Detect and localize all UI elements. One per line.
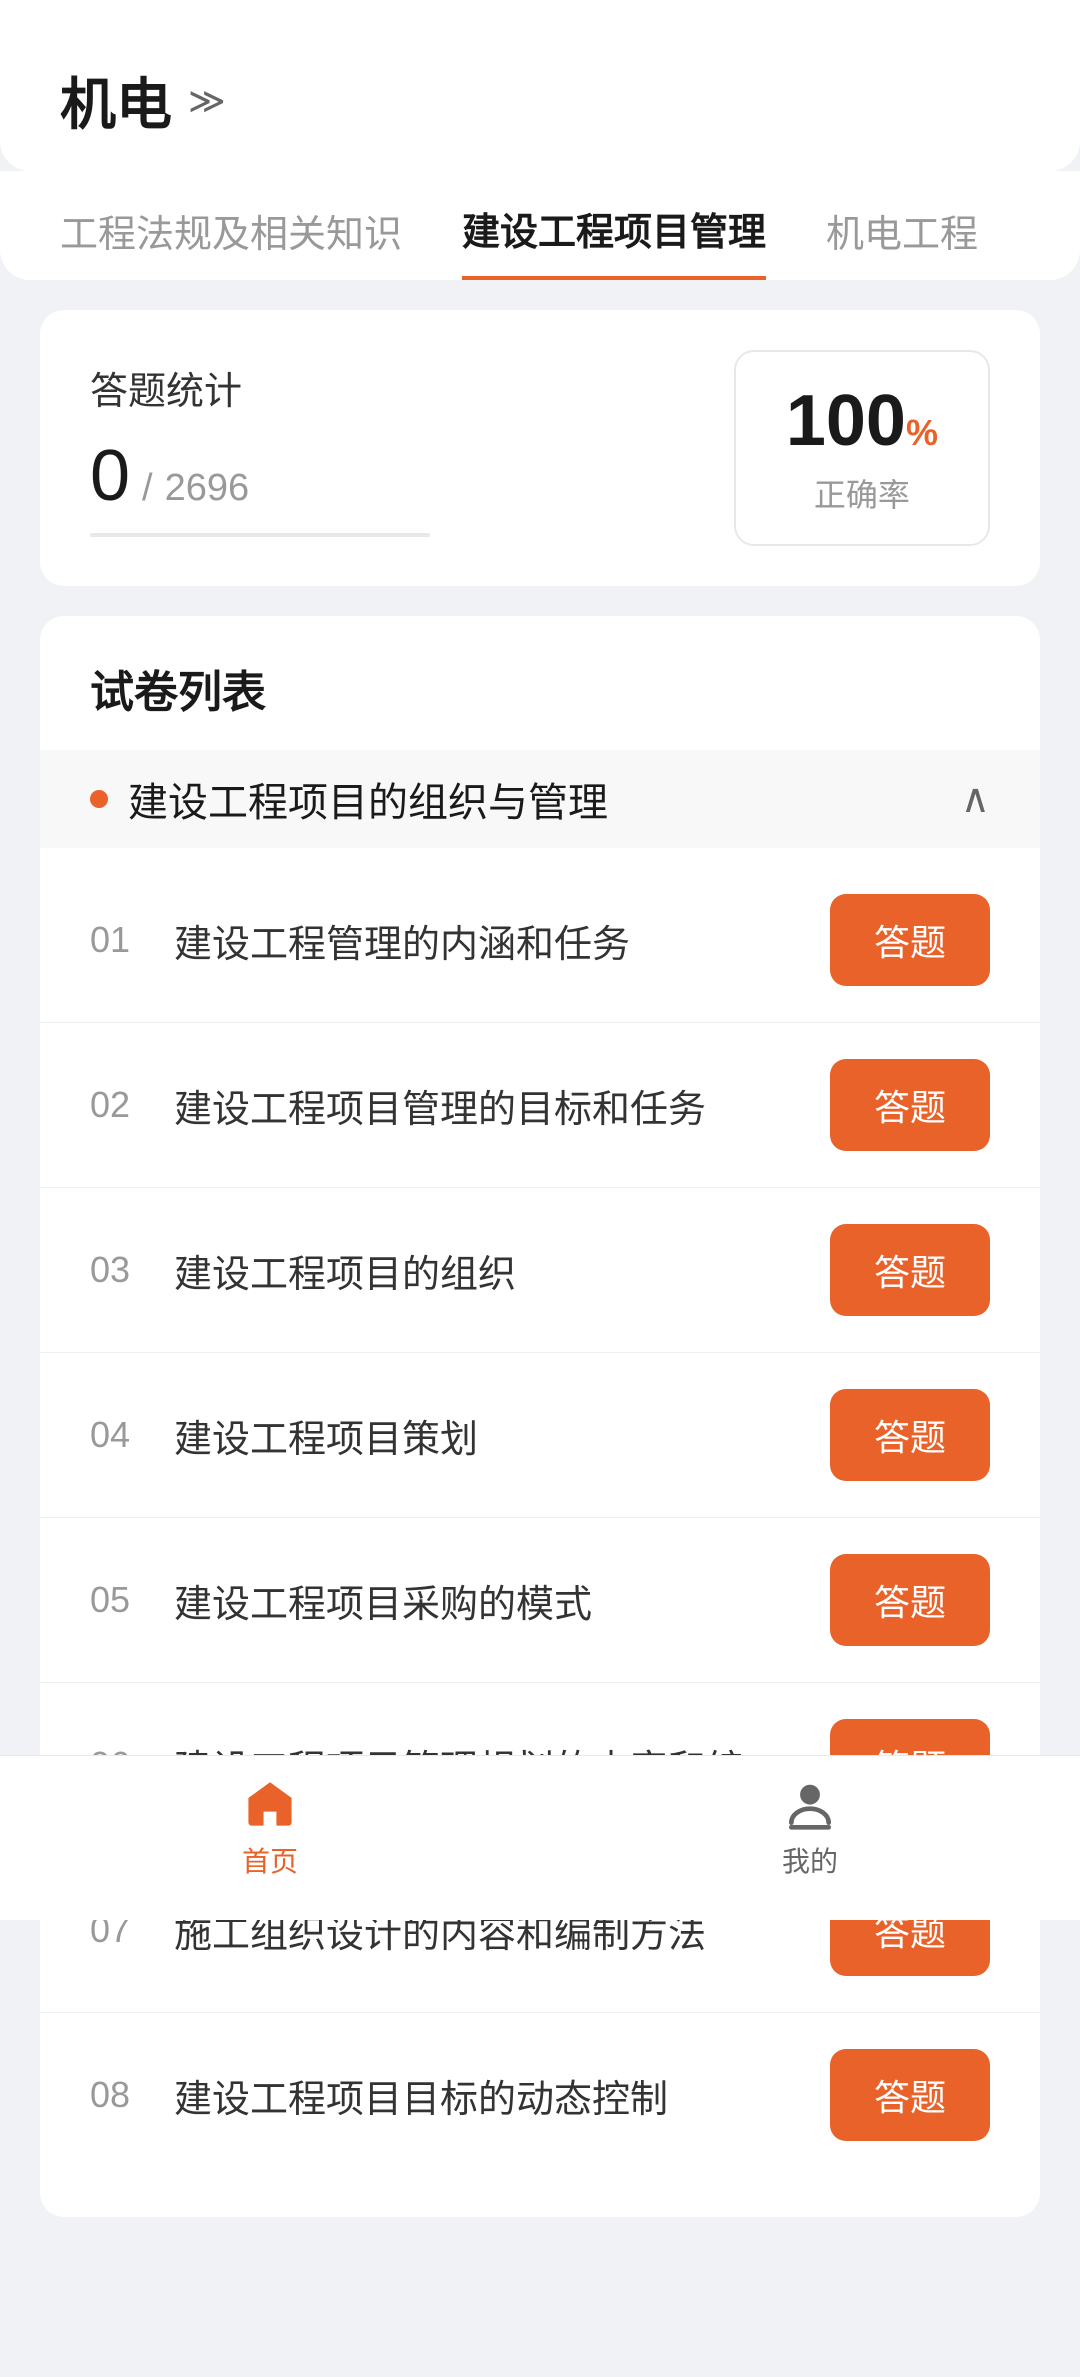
item-number: 02 [90,1084,150,1126]
stats-current: 0 [90,435,130,517]
header: 机电 ≫ [0,0,1080,171]
accuracy-label: 正确率 [786,470,938,516]
item-number: 08 [90,2074,150,2116]
paper-section: 试卷列表 建设工程项目的组织与管理 ∧ 01 建设工程管理的内涵和任务 答题 0… [40,616,1040,2217]
stats-left: 答题统计 0 / 2696 [90,360,734,537]
section-title: 试卷列表 [40,656,1040,750]
tab-project-management[interactable]: 建设工程项目管理 [462,201,766,280]
accuracy-percent: % [906,412,938,453]
stats-separator: / [142,467,153,510]
item-title: 建设工程项目管理的目标和任务 [174,1078,830,1133]
category-dot [90,790,108,808]
home-icon [242,1776,298,1832]
answer-button[interactable]: 答题 [830,1224,990,1316]
item-left: 02 建设工程项目管理的目标和任务 [90,1078,830,1133]
item-number: 01 [90,919,150,961]
nav-item-home[interactable]: 首页 [0,1776,540,1880]
tab-electrical[interactable]: 机电工程 [826,203,978,278]
bottom-navigation: 首页 我的 [0,1755,1080,1920]
item-number: 05 [90,1579,150,1621]
nav-item-profile[interactable]: 我的 [540,1776,1080,1880]
answer-button[interactable]: 答题 [830,1554,990,1646]
category-left: 建设工程项目的组织与管理 [90,770,608,828]
stats-total: 2696 [165,467,250,510]
stats-card: 答题统计 0 / 2696 100% 正确率 [40,310,1040,586]
chevron-down-icon[interactable]: ≫ [188,80,226,122]
list-item: 08 建设工程项目目标的动态控制 答题 [40,2013,1040,2177]
stats-progress-bar [90,533,430,537]
stats-progress: 0 / 2696 [90,435,734,517]
category-name: 建设工程项目的组织与管理 [128,770,608,828]
answer-button[interactable]: 答题 [830,894,990,986]
nav-label-profile: 我的 [782,1840,838,1880]
item-number: 04 [90,1414,150,1456]
list-item: 02 建设工程项目管理的目标和任务 答题 [40,1023,1040,1188]
list-item: 05 建设工程项目采购的模式 答题 [40,1518,1040,1683]
nav-label-home: 首页 [242,1840,298,1880]
answer-button[interactable]: 答题 [830,1389,990,1481]
item-title: 建设工程管理的内涵和任务 [174,913,830,968]
list-item: 01 建设工程管理的内涵和任务 答题 [40,858,1040,1023]
page-title: 机电 [60,60,172,141]
item-title: 建设工程项目目标的动态控制 [174,2068,830,2123]
list-item: 03 建设工程项目的组织 答题 [40,1188,1040,1353]
chevron-up-icon[interactable]: ∧ [961,776,990,822]
answer-button[interactable]: 答题 [830,2049,990,2141]
paper-list: 01 建设工程管理的内涵和任务 答题 02 建设工程项目管理的目标和任务 答题 … [40,858,1040,2177]
accuracy-value: 100% [786,380,938,462]
item-left: 05 建设工程项目采购的模式 [90,1573,830,1628]
item-left: 08 建设工程项目目标的动态控制 [90,2068,830,2123]
stats-label: 答题统计 [90,360,734,415]
accuracy-number: 100 [786,381,906,461]
tab-navigation: 工程法规及相关知识 建设工程项目管理 机电工程 [0,171,1080,280]
category-header[interactable]: 建设工程项目的组织与管理 ∧ [40,750,1040,848]
answer-button[interactable]: 答题 [830,1059,990,1151]
item-title: 建设工程项目的组织 [174,1243,830,1298]
tab-engineering-law[interactable]: 工程法规及相关知识 [60,203,402,278]
item-left: 03 建设工程项目的组织 [90,1243,830,1298]
item-left: 04 建设工程项目策划 [90,1408,830,1463]
item-number: 03 [90,1249,150,1291]
item-left: 01 建设工程管理的内涵和任务 [90,913,830,968]
user-icon [782,1776,838,1832]
list-item: 04 建设工程项目策划 答题 [40,1353,1040,1518]
accuracy-card: 100% 正确率 [734,350,990,546]
item-title: 建设工程项目策划 [174,1408,830,1463]
item-title: 建设工程项目采购的模式 [174,1573,830,1628]
